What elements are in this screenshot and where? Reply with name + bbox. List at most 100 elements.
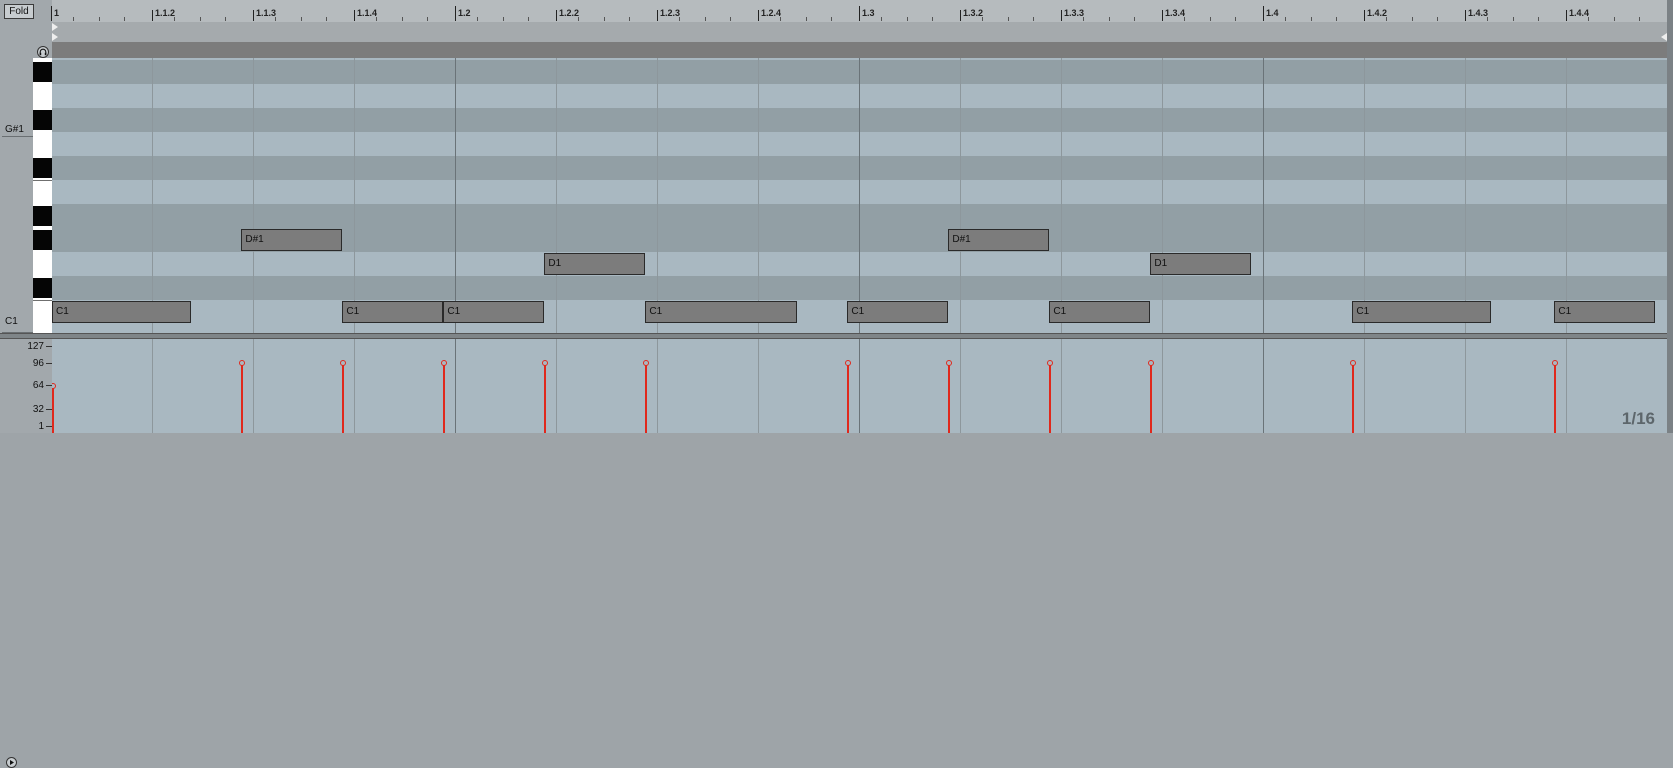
midi-note[interactable]: C1 [342,301,444,323]
velocity-handle[interactable] [239,360,246,367]
piano-keyboard[interactable] [33,58,52,333]
velocity-stem[interactable] [645,363,648,433]
ruler-label: 1.2.3 [660,8,681,18]
velocity-stem[interactable] [1352,363,1355,433]
velocity-handle[interactable] [946,360,953,367]
ruler-subtick [527,17,529,21]
velocity-handle[interactable] [1552,360,1559,367]
velocity-editor-lane[interactable]: 1/16 [52,339,1667,433]
ruler-label: 1 [54,8,60,18]
velocity-stem[interactable] [847,363,850,433]
bar-gridline [455,58,456,333]
white-key-separator [33,300,52,301]
scrollbar-strip[interactable] [1667,0,1673,433]
velocity-handle[interactable] [1350,360,1357,367]
velocity-stem[interactable] [443,363,446,433]
midi-note[interactable]: C1 [443,301,545,323]
ruler-label: 1.3.3 [1064,8,1085,18]
velocity-handle[interactable] [1148,360,1155,367]
ruler-subtick [1209,17,1211,21]
ruler-subtick [1133,17,1135,21]
velocity-handle[interactable] [643,360,650,367]
beat-gridline [354,58,355,333]
loop-start-marker[interactable] [52,23,58,31]
midi-note[interactable]: C1 [847,301,949,323]
ruler-label: 1.2.2 [559,8,580,18]
ruler-subtick [1032,17,1034,21]
velocity-handle[interactable] [340,360,347,367]
ruler-subtick [199,17,201,21]
velocity-gridline [1465,339,1466,433]
ruler-subtick [628,17,630,21]
beat-time-ruler[interactable]: 1 1.1.2 1.1.3 1.1.4 1.2 1.2.2 1.2.3 1.2.4 1.3 1.3… [51,0,1667,23]
ruler-subtick [1285,17,1287,21]
ruler-subtick [1007,17,1009,21]
velocity-stem[interactable] [52,386,54,433]
black-key[interactable] [33,230,52,250]
velocity-gridline [1162,339,1163,433]
ruler-subtick [881,17,883,21]
midi-note[interactable]: C1 [645,301,797,323]
velocity-stem[interactable] [342,363,345,433]
velocity-handle[interactable] [1047,360,1054,367]
black-key[interactable] [33,62,52,82]
midi-note[interactable]: C1 [52,301,191,323]
velocity-gridline [1566,339,1567,433]
ruler-label: 1.2.4 [761,8,782,18]
velocity-axis-label: 32 [32,404,44,415]
velocity-handle[interactable] [441,360,448,367]
clip-region-bar[interactable] [52,42,1667,59]
black-key[interactable] [33,278,52,298]
note-editor-grid[interactable]: C1 D#1 C1 C1 D1 C1 C1 D#1 C1 D1 C1 C1 [52,58,1667,333]
midi-note[interactable]: C1 [1049,301,1151,323]
grid-resolution-label: 1/16 [1621,409,1655,428]
key-label: G#1 [5,124,24,135]
ruler-label: 1.1.3 [256,8,277,18]
beat-gridline [960,58,961,333]
beat-gridline [1364,58,1365,333]
velocity-stem[interactable] [1554,363,1557,433]
velocity-axis-label: 1 [38,421,44,432]
fold-button[interactable]: Fold [4,4,34,19]
midi-note[interactable]: D1 [1150,253,1252,275]
velocity-handle[interactable] [542,360,549,367]
beat-gridline [1566,58,1567,333]
headphone-preview-icon[interactable] [37,46,49,58]
ruler-label: 1.4 [1266,8,1279,18]
ruler-label: 1.1.4 [357,8,378,18]
ruler-tick [1263,6,1264,21]
velocity-stem[interactable] [544,363,547,433]
bar-gridline [1263,58,1264,333]
ruler-subtick [1411,17,1413,21]
start-marker[interactable] [52,33,58,41]
play-icon[interactable] [6,757,17,768]
velocity-stem[interactable] [241,363,244,433]
midi-clip-editor: Fold G#1 C1 1 1.1.2 1.1.3 1.1.4 1.2 1.2.2 1.2.3… [0,0,1673,768]
bar-gridline [859,58,860,333]
ruler-tick [960,10,961,21]
ruler-label: 1.4.4 [1569,8,1590,18]
ruler-label: 1.1.2 [155,8,176,18]
velocity-stem[interactable] [1150,363,1153,433]
black-key[interactable] [33,206,52,226]
ruler-label: 1.3 [862,8,875,18]
velocity-handle[interactable] [52,383,56,389]
midi-note[interactable]: C1 [1554,301,1656,323]
ruler-subtick [830,17,832,21]
black-key[interactable] [33,158,52,178]
black-key[interactable] [33,110,52,130]
velocity-handle[interactable] [845,360,852,367]
midi-note[interactable]: D#1 [241,229,343,251]
velocity-stem[interactable] [1049,363,1052,433]
ruler-subtick [98,17,100,21]
midi-note[interactable]: C1 [1352,301,1492,323]
midi-note[interactable]: D1 [544,253,646,275]
ruler-subtick [1234,17,1236,21]
ruler-subtick [123,17,125,21]
ruler-label: 1.3.2 [963,8,984,18]
ruler-subtick [982,17,984,21]
midi-note[interactable]: D#1 [948,229,1050,251]
ruler-subtick [502,17,504,21]
velocity-stem[interactable] [948,363,951,433]
velocity-gridline [859,339,860,433]
